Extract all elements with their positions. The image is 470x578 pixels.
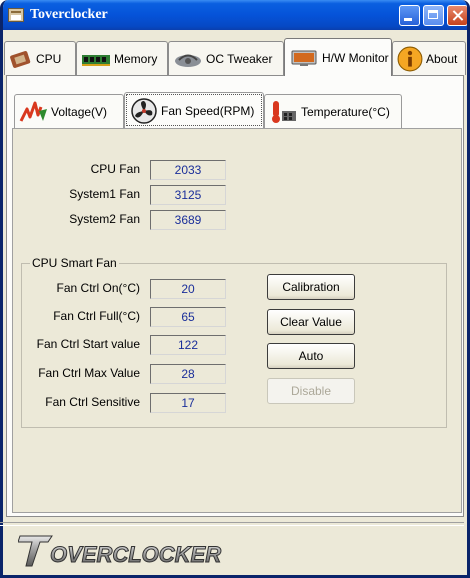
tab-cpu[interactable]: CPU <box>4 41 76 75</box>
app-icon[interactable] <box>8 8 24 22</box>
calibration-button[interactable]: Calibration <box>267 274 355 300</box>
tab-hw-monitor-label: H/W Monitor <box>322 50 389 65</box>
fan-ctrl-on-label: Fan Ctrl On(°C) <box>56 281 140 295</box>
disable-button: Disable <box>267 378 355 404</box>
fan-ctrl-max-field[interactable]: 28 <box>150 364 226 384</box>
tab-voltage[interactable]: Voltage(V) <box>14 94 124 128</box>
system1-fan-label: System1 Fan <box>69 187 140 201</box>
car-speedometer-icon <box>175 54 201 67</box>
tab-oc-tweaker-label: OC Tweaker <box>206 51 273 66</box>
footer-separator <box>0 522 464 526</box>
thermometer-icon <box>272 100 296 123</box>
fan-ctrl-full-label: Fan Ctrl Full(°C) <box>53 309 140 323</box>
system2-fan-value: 3689 <box>150 210 226 230</box>
cpu-chip-icon <box>10 50 31 68</box>
tab-cpu-label: CPU <box>36 51 62 66</box>
tab-temperature-label: Temperature(°C) <box>301 104 390 119</box>
close-button[interactable] <box>447 5 467 26</box>
logo-text: OVERCLOCKER <box>50 542 221 567</box>
minimize-button[interactable] <box>399 5 420 26</box>
tab-fan-speed[interactable]: Fan Speed(RPM) <box>124 92 264 128</box>
fan-ctrl-on-field[interactable]: 20 <box>150 279 226 299</box>
cpu-fan-label: CPU Fan <box>90 162 140 176</box>
cpu-fan-value: 2033 <box>150 160 226 180</box>
overclocker-logo: OVERCLOCKER <box>18 535 222 568</box>
fan-ctrl-sensitive-field[interactable]: 17 <box>150 393 226 413</box>
memory-module-icon <box>82 54 110 66</box>
fan-ctrl-full-field[interactable]: 65 <box>150 307 226 327</box>
voltage-icon <box>19 101 47 122</box>
tab-voltage-label: Voltage(V) <box>51 104 108 119</box>
fan-icon <box>131 97 157 124</box>
tab-memory-label: Memory <box>114 51 158 66</box>
tab-hw-monitor[interactable]: H/W Monitor <box>284 38 392 76</box>
info-icon <box>397 46 423 71</box>
title-bar[interactable]: Toverclocker <box>3 0 467 30</box>
monitor-icon <box>291 50 317 66</box>
fan-ctrl-sensitive-label: Fan Ctrl Sensitive <box>45 395 140 409</box>
cpu-smart-fan-title: CPU Smart Fan <box>30 256 119 270</box>
maximize-button[interactable] <box>423 5 444 26</box>
tab-about-label: About <box>426 51 458 66</box>
fan-ctrl-start-label: Fan Ctrl Start value <box>36 337 140 351</box>
fan-ctrl-start-field[interactable]: 122 <box>150 335 226 355</box>
tab-fan-speed-label: Fan Speed(RPM) <box>161 103 255 118</box>
system2-fan-label: System2 Fan <box>69 212 140 226</box>
tab-oc-tweaker[interactable]: OC Tweaker <box>168 41 284 75</box>
system1-fan-value: 3125 <box>150 185 226 205</box>
fan-ctrl-max-label: Fan Ctrl Max Value <box>38 366 140 380</box>
tab-temperature[interactable]: Temperature(°C) <box>264 94 402 128</box>
window-title: Toverclocker <box>30 7 108 22</box>
auto-button[interactable]: Auto <box>267 343 355 369</box>
clear-value-button[interactable]: Clear Value <box>267 309 355 335</box>
tab-memory[interactable]: Memory <box>76 41 168 75</box>
tab-about[interactable]: About <box>392 41 466 75</box>
